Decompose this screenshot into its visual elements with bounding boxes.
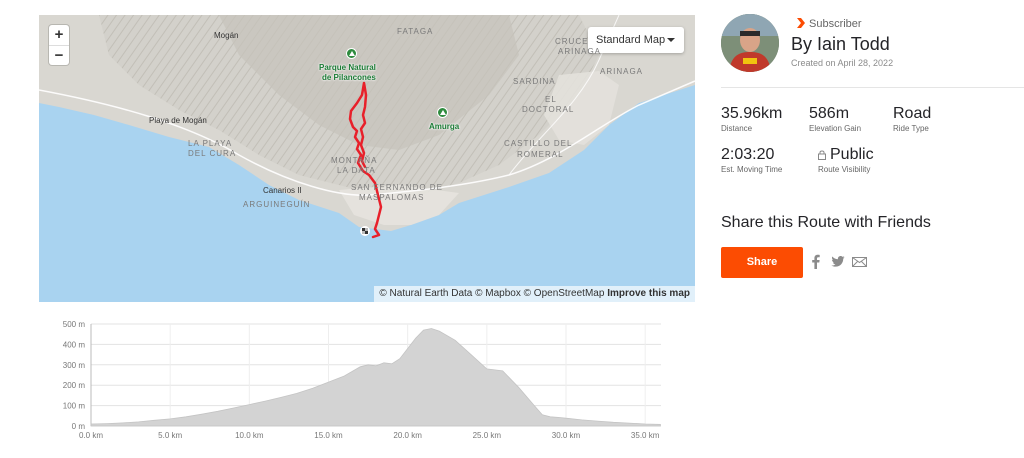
elevation-label: Elevation Gain bbox=[809, 124, 862, 133]
distance-value: 35.96km bbox=[721, 105, 783, 122]
map-label-montana: MONTAÑA bbox=[331, 156, 378, 165]
map-label-park-pilancones-2: de Pilancones bbox=[322, 73, 376, 82]
map-label-el: EL bbox=[545, 95, 557, 104]
y-tick-label: 200 m bbox=[63, 381, 86, 390]
map-label-san-fernando: SAN FERNANDO DE bbox=[351, 183, 443, 192]
map-label-del-cura: DEL CURA bbox=[188, 149, 237, 158]
map-label-sardina: SARDINA bbox=[513, 77, 556, 86]
map-label-arinaga: ARINAGA bbox=[600, 67, 644, 76]
attribution-text: © Natural Earth Data © Mapbox © OpenStre… bbox=[379, 288, 605, 299]
map-label-canarios: Canarios II bbox=[263, 186, 302, 195]
x-tick-label: 20.0 km bbox=[393, 431, 422, 440]
subscriber-label: Subscriber bbox=[809, 18, 862, 30]
caret-down-icon bbox=[667, 38, 675, 42]
moving-time-label: Est. Moving Time bbox=[721, 165, 783, 174]
x-tick-label: 35.0 km bbox=[631, 431, 660, 440]
x-tick-label: 0.0 km bbox=[79, 431, 103, 440]
elevation-chart[interactable]: 0 m 100 m 200 m 300 m 400 m 500 m 0.0 km 5.0 k… bbox=[39, 314, 679, 448]
x-tick-label: 15.0 km bbox=[314, 431, 343, 440]
map-label-mogan: Mogán bbox=[214, 31, 239, 40]
x-tick-label: 10.0 km bbox=[235, 431, 264, 440]
facebook-icon[interactable] bbox=[812, 254, 820, 269]
elevation-x-axis: 0.0 km 5.0 km 10.0 km 15.0 km 20.0 km 25.0 km… bbox=[79, 431, 660, 440]
map-label-amurga: Amurga bbox=[429, 122, 460, 131]
map-label-romeral: ROMERAL bbox=[517, 150, 564, 159]
map-attribution: © Natural Earth Data © Mapbox © OpenStre… bbox=[374, 286, 695, 302]
moving-time-value: 2:03:20 bbox=[721, 146, 775, 163]
map-label-cruce: CRUCE bbox=[555, 37, 589, 46]
avatar[interactable] bbox=[721, 14, 779, 72]
map-label-arinaga-top: ARINAGA bbox=[558, 47, 602, 56]
map-style-label: Standard Map bbox=[596, 34, 666, 46]
y-tick-label: 500 m bbox=[63, 320, 86, 329]
x-tick-label: 25.0 km bbox=[473, 431, 502, 440]
divider bbox=[721, 87, 1024, 88]
route-map[interactable]: + − Standard Map Mogán FATAGA CRUCE ARIN… bbox=[39, 15, 695, 302]
zoom-out-icon[interactable]: − bbox=[49, 45, 69, 65]
map-label-arguineguin: ARGUINEGUÍN bbox=[243, 200, 311, 209]
zoom-in-icon[interactable]: + bbox=[49, 25, 69, 45]
lock-icon bbox=[818, 150, 826, 160]
stat-elevation: 586m Elevation Gain bbox=[809, 105, 862, 134]
email-icon[interactable] bbox=[852, 257, 867, 267]
map-label-castillo: CASTILLO DEL bbox=[504, 139, 573, 148]
map-label-park-pilancones-1: Parque Natural bbox=[319, 63, 376, 72]
zoom-control: + − bbox=[49, 25, 69, 65]
stat-visibility: Public Route Visibility bbox=[818, 147, 874, 174]
y-tick-label: 0 m bbox=[72, 422, 86, 431]
share-button[interactable]: Share bbox=[721, 247, 803, 278]
park-icon bbox=[346, 48, 357, 59]
author-name[interactable]: By Iain Todd bbox=[791, 34, 890, 55]
y-tick-label: 400 m bbox=[63, 340, 86, 349]
elevation-value: 586m bbox=[809, 105, 850, 122]
stat-distance: 35.96km Distance bbox=[721, 105, 783, 134]
distance-label: Distance bbox=[721, 124, 753, 133]
y-tick-label: 100 m bbox=[63, 402, 86, 411]
x-tick-label: 5.0 km bbox=[158, 431, 182, 440]
route-sidebar: Subscriber By Iain Todd Created on April… bbox=[721, 14, 1024, 444]
visibility-value: Public bbox=[830, 146, 874, 163]
ride-type-label: Ride Type bbox=[893, 124, 929, 133]
start-finish-flag-icon bbox=[360, 226, 370, 236]
created-date: Created on April 28, 2022 bbox=[791, 58, 894, 68]
subscriber-chevron-icon bbox=[797, 18, 805, 28]
share-title: Share this Route with Friends bbox=[721, 214, 931, 231]
x-tick-label: 30.0 km bbox=[552, 431, 581, 440]
stat-ride-type: Road Ride Type bbox=[893, 105, 932, 134]
visibility-label: Route Visibility bbox=[818, 165, 871, 174]
subscriber-badge: Subscriber bbox=[797, 18, 862, 30]
y-tick-label: 300 m bbox=[63, 361, 86, 370]
ride-type-value: Road bbox=[893, 105, 932, 122]
stat-moving-time: 2:03:20 Est. Moving Time bbox=[721, 146, 783, 175]
map-label-la-data: LA DATA bbox=[337, 166, 376, 175]
map-label-maspalomas: MASPALOMAS bbox=[359, 193, 425, 202]
twitter-icon[interactable] bbox=[831, 256, 845, 267]
map-style-selector[interactable]: Standard Map bbox=[588, 27, 684, 53]
park-icon bbox=[437, 107, 448, 118]
improve-map-link[interactable]: Improve this map bbox=[607, 288, 690, 299]
map-label-la-playa: LA PLAYA bbox=[188, 139, 233, 148]
map-label-fataga: FATAGA bbox=[397, 27, 434, 36]
elevation-profile-area bbox=[90, 328, 661, 427]
map-label-doctoral: DOCTORAL bbox=[522, 105, 575, 114]
elevation-y-axis: 0 m 100 m 200 m 300 m 400 m 500 m bbox=[63, 320, 86, 431]
map-label-playa-mogan: Playa de Mogán bbox=[149, 116, 207, 125]
